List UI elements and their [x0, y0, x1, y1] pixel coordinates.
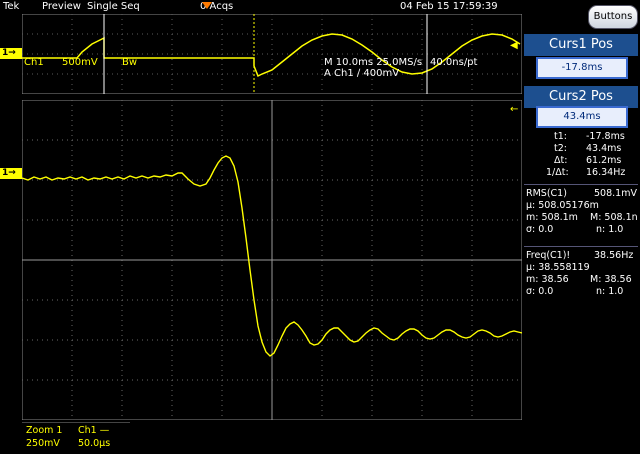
mode-label: Preview — [42, 1, 81, 12]
rms-sigma: σ: 0.0 — [526, 224, 554, 235]
overview-bandwidth-label: Bw — [122, 57, 138, 68]
zoom-info-panel: Zoom 1 Ch1 — 250mV 50.0µs — [22, 422, 130, 453]
zoom-vertical-scale: 250mV — [26, 438, 60, 449]
main-graticule — [22, 100, 522, 420]
delta-t-value: 61.2ms — [586, 155, 622, 166]
overview-channel-scale: 500mV — [62, 57, 98, 68]
overview-timebase: M 10.0ms 25.0MS/s — [324, 57, 423, 68]
overview-channel-label: Ch1 — [24, 57, 44, 68]
t2-label: t2: — [554, 143, 567, 154]
overview-right-edge-arrow: ◀ — [510, 40, 518, 51]
acquisition-mode: Single Seq — [87, 1, 140, 12]
overview-sample-interval: 40.0ns/pt — [430, 57, 478, 68]
freq-mean: µ: 38.558119 — [526, 262, 590, 273]
t2-value: 43.4ms — [586, 143, 622, 154]
zoom-channel-label: Ch1 — — [78, 425, 110, 436]
zoom-label: Zoom 1 — [26, 425, 63, 436]
rms-measurement-panel[interactable]: RMS(C1) 508.1mV µ: 508.05176m m: 508.1m M:… — [524, 188, 638, 238]
overview-trigger-info: A Ch1 ∕ 400mV — [324, 68, 400, 79]
inverse-delta-t-label: 1/Δt: — [546, 167, 569, 178]
freq-count: n: 1.0 — [596, 286, 624, 297]
freq-sigma: σ: 0.0 — [526, 286, 554, 297]
delta-t-label: Δt: — [554, 155, 568, 166]
freq-min: m: 38.56 — [526, 274, 569, 285]
freq-title: Freq(C1)! — [526, 250, 571, 261]
overview-graticule — [22, 14, 522, 94]
t1-value: -17.8ms — [586, 131, 625, 142]
overview-channel-marker[interactable]: 1→ — [0, 48, 22, 59]
separator — [524, 246, 638, 247]
freq-value: 38.56Hz — [594, 250, 634, 261]
trigger-position-icon — [202, 2, 212, 9]
cursor1-position-field[interactable]: -17.8ms — [536, 57, 628, 79]
t1-label: t1: — [554, 131, 567, 142]
inverse-delta-t-value: 16.34Hz — [586, 167, 626, 178]
freq-max: M: 38.56 — [590, 274, 632, 285]
zoom-time-scale: 50.0µs — [78, 438, 111, 449]
separator — [524, 184, 638, 185]
cursor-readout-panel: t1: -17.8ms t2: 43.4ms Δt: 61.2ms 1/Δt: 16.3… — [524, 131, 638, 183]
rms-count: n: 1.0 — [596, 224, 624, 235]
cursor1-position-title[interactable]: Curs1 Pos — [524, 34, 638, 56]
rms-max: M: 508.1n — [590, 212, 638, 223]
datetime-label: 04 Feb 15 17:59:39 — [400, 1, 498, 12]
main-right-edge-arrow: ← — [510, 104, 519, 115]
buttons-button[interactable]: Buttons — [588, 5, 638, 29]
cursor2-position-title[interactable]: Curs2 Pos — [524, 86, 638, 108]
rms-value: 508.1mV — [594, 188, 637, 199]
frequency-measurement-panel[interactable]: Freq(C1)! 38.56Hz µ: 38.558119 m: 38.56 M:… — [524, 250, 638, 300]
cursor2-position-field[interactable]: 43.4ms — [536, 106, 628, 128]
rms-title: RMS(C1) — [526, 188, 567, 199]
rms-mean: µ: 508.05176m — [526, 200, 599, 211]
main-channel-marker[interactable]: 1→ — [0, 168, 22, 179]
brand-label: Tek — [3, 1, 20, 12]
rms-min: m: 508.1m — [526, 212, 578, 223]
